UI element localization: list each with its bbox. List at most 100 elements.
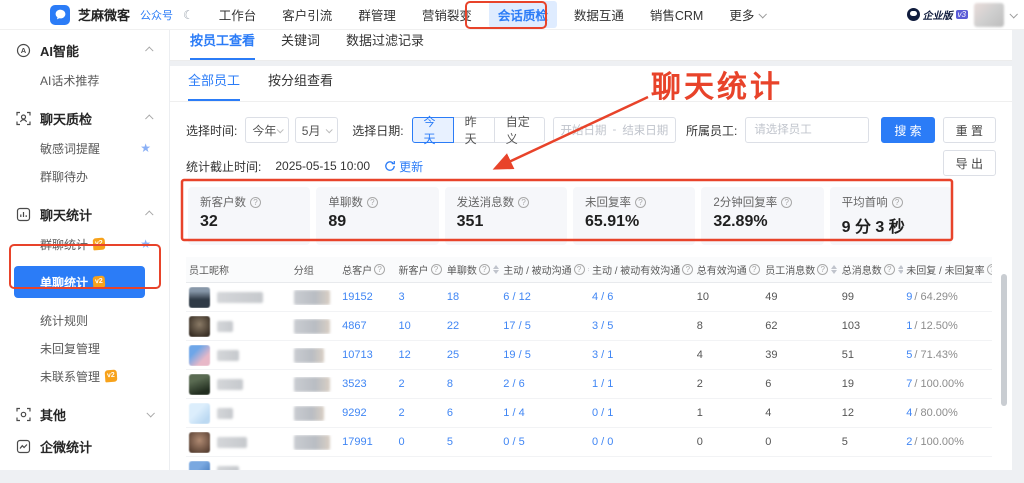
new-customers-link[interactable]: 0 — [396, 436, 444, 448]
help-icon[interactable] — [892, 197, 903, 208]
sub-tabbar: 全部员工 按分组查看 — [170, 66, 1012, 102]
nav-item-data-interchange[interactable]: 数据互通 — [565, 1, 633, 28]
sidebar-item-group-chat-stats[interactable]: 群聊统计v2★ — [0, 230, 169, 258]
new-customers-link[interactable]: 2 — [396, 378, 444, 390]
help-icon[interactable] — [682, 264, 693, 275]
chats-link[interactable]: 25 — [444, 349, 500, 361]
new-customers-link[interactable]: 10 — [396, 320, 444, 332]
subtab-by-group[interactable]: 按分组查看 — [268, 70, 333, 101]
sidebar-item-group-todo[interactable]: 群聊待办 — [0, 162, 169, 190]
sidebar-item-unreplied-mgmt[interactable]: 未回复管理 — [0, 334, 169, 362]
chats-link[interactable]: 5 — [444, 436, 500, 448]
help-icon[interactable] — [749, 264, 760, 275]
nav-item-marketing-fission[interactable]: 营销裂变 — [413, 1, 481, 28]
chats-link[interactable]: 8 — [444, 378, 500, 390]
help-icon[interactable] — [574, 264, 585, 275]
sidebar-item-single-chat-stats[interactable]: 单聊统计v2 — [14, 266, 145, 298]
new-customers-link[interactable]: 3 — [396, 291, 444, 303]
unreplied-link[interactable]: 5 — [906, 349, 912, 361]
help-icon[interactable] — [431, 264, 442, 275]
account-chevron-down-icon[interactable] — [1009, 10, 1017, 18]
active-passive-link[interactable]: 1 / 4 — [500, 407, 589, 419]
active-passive-link[interactable]: 6 / 12 — [500, 291, 589, 303]
active-passive-link[interactable]: 0 / 5 — [500, 436, 589, 448]
unreplied-link[interactable]: 2 — [906, 436, 912, 448]
chats-link[interactable]: 18 — [444, 291, 500, 303]
active-passive-link[interactable]: 2 / 6 — [500, 378, 589, 390]
help-icon[interactable] — [884, 264, 895, 275]
active-passive-valid-link[interactable]: 4 / 6 — [589, 291, 694, 303]
subtab-all-employees[interactable]: 全部员工 — [188, 70, 240, 101]
active-passive-link[interactable]: 17 / 5 — [500, 320, 589, 332]
active-passive-link[interactable]: 19 / 5 — [500, 349, 589, 361]
dark-mode-icon[interactable]: ☾ — [183, 8, 194, 22]
sidebar-group-ai[interactable]: A AI智能 — [0, 34, 169, 66]
sidebar-group-chat-stats[interactable]: 聊天统计 — [0, 198, 169, 230]
sidebar-item-stat-rules[interactable]: 统计规则 — [0, 306, 169, 334]
help-icon[interactable] — [781, 197, 792, 208]
sort-icon[interactable] — [493, 265, 499, 274]
month-select[interactable]: 5月 — [295, 117, 338, 143]
help-icon[interactable] — [518, 197, 529, 208]
new-customers-link[interactable]: 2 — [396, 407, 444, 419]
nav-item-customer-acquisition[interactable]: 客户引流 — [273, 1, 341, 28]
active-passive-valid-link[interactable]: 3 / 5 — [589, 320, 694, 332]
sidebar-group-chat-qc[interactable]: 聊天质检 — [0, 102, 169, 134]
active-passive-valid-link[interactable]: 3 / 1 — [589, 349, 694, 361]
sidebar-group-wecom-stats[interactable]: 企微统计 — [0, 430, 169, 462]
nav-item-workbench[interactable]: 工作台 — [210, 1, 266, 28]
tab-keywords[interactable]: 关键词 — [281, 30, 320, 60]
redacted-name — [217, 350, 239, 361]
help-icon[interactable] — [635, 197, 646, 208]
nav-item-session-quality[interactable]: 会话质检 — [489, 1, 557, 28]
active-passive-valid-link[interactable]: 0 / 1 — [589, 407, 694, 419]
star-icon: ★ — [140, 141, 151, 155]
help-icon[interactable] — [367, 197, 378, 208]
date-range-input[interactable]: 开始日期 - 结束日期 — [553, 117, 676, 143]
new-customers-link[interactable]: 12 — [396, 349, 444, 361]
active-passive-valid-link[interactable]: 1 / 1 — [589, 378, 694, 390]
user-avatar[interactable] — [974, 3, 1004, 27]
custom-range-button[interactable]: 自定义 — [494, 117, 545, 143]
tab-by-employee[interactable]: 按员工查看 — [190, 30, 255, 60]
yesterday-button[interactable]: 昨天 — [453, 117, 495, 143]
sidebar-item-uncontacted-mgmt[interactable]: 未联系管理v2 — [0, 362, 169, 390]
total-customers-link[interactable]: 17991 — [339, 436, 395, 448]
table-scrollbar[interactable] — [1001, 274, 1007, 406]
tab-data-filter-log[interactable]: 数据过滤记录 — [346, 30, 424, 60]
nav-item-more[interactable]: 更多 — [720, 1, 774, 28]
total-customers-link[interactable]: 4867 — [339, 320, 395, 332]
help-icon[interactable] — [250, 197, 261, 208]
staff-select-input[interactable] — [745, 117, 869, 143]
reset-button[interactable]: 重 置 — [943, 117, 996, 143]
help-icon[interactable] — [817, 264, 828, 275]
col-employee-name: 员工昵称 — [186, 262, 291, 277]
refresh-button[interactable]: 更新 — [384, 158, 423, 175]
active-passive-valid-link[interactable]: 0 / 0 — [589, 436, 694, 448]
chats-link[interactable]: 6 — [444, 407, 500, 419]
unreplied-link[interactable]: 7 — [906, 378, 912, 390]
help-icon[interactable] — [987, 264, 992, 275]
search-button[interactable]: 搜 索 — [881, 117, 934, 143]
total-customers-link[interactable]: 19152 — [339, 291, 395, 303]
unreplied-link[interactable]: 1 — [906, 320, 912, 332]
unreplied-link[interactable]: 4 — [906, 407, 912, 419]
total-customers-link[interactable]: 10713 — [339, 349, 395, 361]
sidebar-group-other[interactable]: 其他 — [0, 398, 169, 430]
brand-tag[interactable]: 公众号 — [140, 7, 173, 23]
sidebar-item-ai-script[interactable]: AI话术推荐 — [0, 66, 169, 94]
total-customers-link[interactable]: 3523 — [339, 378, 395, 390]
help-icon[interactable] — [479, 264, 490, 275]
sort-icon[interactable] — [831, 265, 837, 274]
sidebar-item-sensitive-words[interactable]: 敏感词提醒★ — [0, 134, 169, 162]
total-customers-link[interactable]: 9292 — [339, 407, 395, 419]
unreplied-link[interactable]: 9 — [906, 291, 912, 303]
chats-link[interactable]: 22 — [444, 320, 500, 332]
help-icon[interactable] — [374, 264, 385, 275]
export-button[interactable]: 导 出 — [943, 150, 996, 176]
today-button[interactable]: 今天 — [412, 117, 454, 143]
year-select[interactable]: 今年 — [245, 117, 288, 143]
col-total-customers: 总客户 — [339, 262, 395, 277]
nav-item-group-management[interactable]: 群管理 — [349, 1, 405, 28]
nav-item-sales-crm[interactable]: 销售CRM — [641, 1, 712, 28]
